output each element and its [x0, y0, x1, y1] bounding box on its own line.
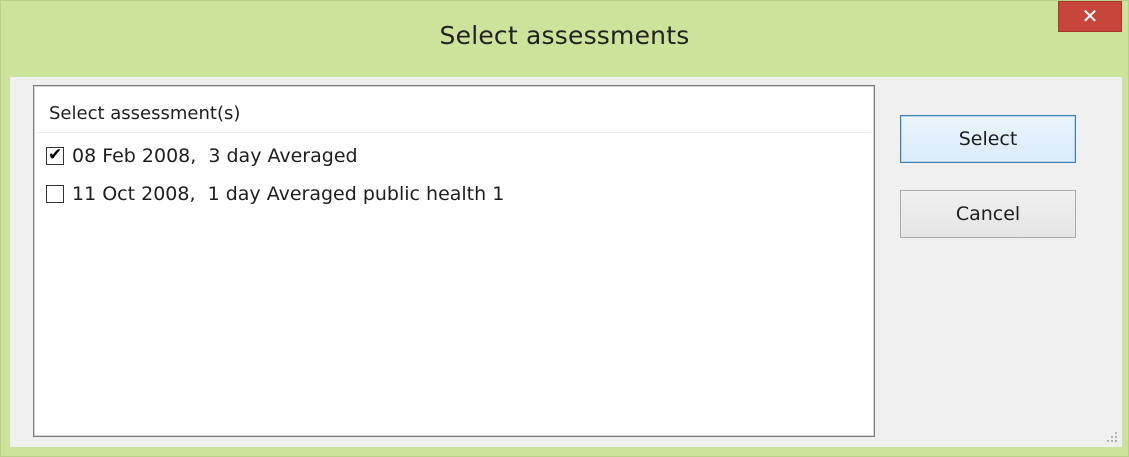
close-icon: ✕ — [1081, 4, 1099, 28]
dialog-client-area: Select assessment(s) ✔ 08 Feb 2008, 3 da… — [10, 77, 1122, 447]
title-bar[interactable]: Select assessments ✕ — [1, 1, 1128, 77]
resize-grip-icon[interactable] — [1106, 431, 1118, 443]
item-checkbox[interactable] — [46, 185, 64, 203]
list-header-label: Select assessment(s) — [49, 103, 241, 124]
checkmark-icon: ✔ — [48, 145, 63, 165]
item-label: 11 Oct 2008, 1 day Averaged public healt… — [72, 183, 505, 205]
cancel-button[interactable]: Cancel — [900, 190, 1076, 238]
item-label: 08 Feb 2008, 3 day Averaged — [72, 145, 358, 167]
list-item[interactable]: ✔ 08 Feb 2008, 3 day Averaged — [46, 142, 846, 172]
window-title: Select assessments — [439, 21, 690, 50]
close-button[interactable]: ✕ — [1058, 1, 1122, 32]
dialog-window: Select assessments ✕ Select assessment(s… — [0, 0, 1129, 457]
list-item[interactable]: 11 Oct 2008, 1 day Averaged public healt… — [46, 180, 846, 210]
list-header: Select assessment(s) — [37, 89, 871, 133]
item-checkbox[interactable]: ✔ — [46, 145, 64, 165]
select-button[interactable]: Select — [900, 115, 1076, 163]
assessment-list[interactable]: Select assessment(s) ✔ 08 Feb 2008, 3 da… — [33, 85, 875, 437]
